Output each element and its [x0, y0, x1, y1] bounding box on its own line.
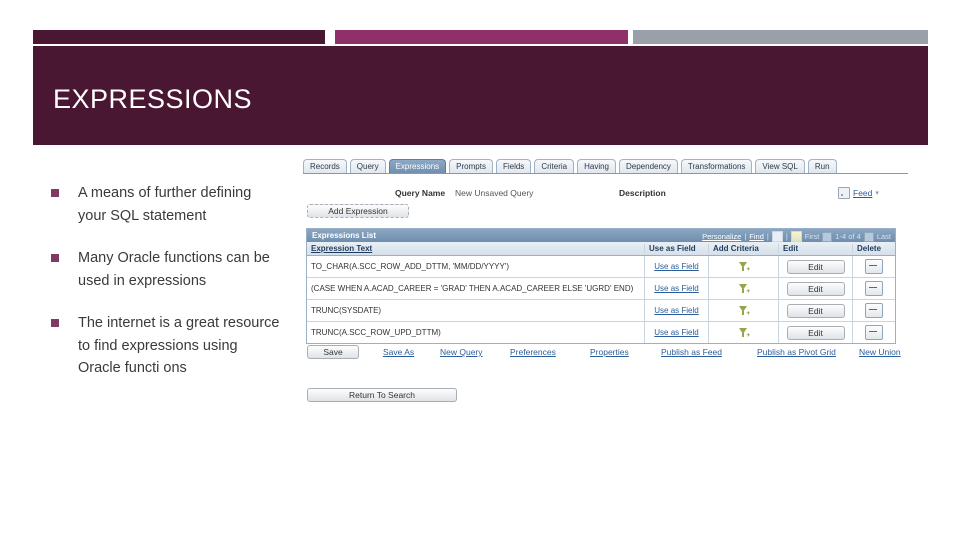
tab-fields[interactable]: Fields: [495, 159, 532, 174]
preferences-link[interactable]: Preferences: [510, 347, 556, 357]
peoplesoft-query-manager-screenshot: Records Query Expressions Prompts Fields…: [297, 152, 914, 412]
expression-text: TRUNC(SYSDATE): [307, 300, 645, 321]
first-label[interactable]: First: [805, 232, 820, 241]
list-item: A means of further defining your SQL sta…: [48, 182, 283, 227]
edit-button[interactable]: Edit: [786, 259, 845, 274]
table-row: TRUNC(SYSDATE) Use as Field + Edit: [307, 300, 895, 322]
tab-bar: Records Query Expressions Prompts Fields…: [303, 158, 908, 174]
view-all-icon[interactable]: [771, 231, 783, 242]
tab-criteria[interactable]: Criteria: [534, 159, 575, 174]
add-criteria-funnel-icon[interactable]: +: [738, 327, 750, 339]
new-union-link[interactable]: New Union: [859, 347, 901, 357]
accent-strip-magenta: [335, 30, 628, 44]
query-name-value: New Unsaved Query: [455, 188, 534, 198]
slide-title-band: EXPRESSIONS: [33, 46, 928, 145]
list-item-text: Many Oracle functions can be used in exp…: [78, 250, 270, 289]
nav-separator: |: [785, 232, 788, 241]
grid-title: Expressions List: [312, 231, 377, 240]
tab-having[interactable]: Having: [577, 159, 616, 174]
row-range-label: 1-4 of 4: [835, 232, 861, 241]
grid-header-row: Expression Text Use as Field Add Criteri…: [307, 242, 895, 256]
column-header-add-criteria: Add Criteria: [709, 244, 779, 253]
table-row: TRUNC(A.SCC_ROW_UPD_DTTM) Use as Field +…: [307, 322, 895, 343]
grid-title-bar: Expressions List Personalize | Find | | …: [307, 229, 895, 242]
tab-prompts[interactable]: Prompts: [449, 159, 493, 174]
save-button[interactable]: Save: [307, 345, 359, 359]
chevron-down-icon[interactable]: ▾: [875, 189, 879, 197]
edit-button[interactable]: Edit: [786, 303, 845, 318]
add-criteria-funnel-icon[interactable]: +: [738, 283, 750, 295]
list-item: Many Oracle functions can be used in exp…: [48, 247, 283, 292]
column-header-expression-text[interactable]: Expression Text: [307, 244, 645, 253]
add-criteria-funnel-icon[interactable]: +: [738, 261, 750, 273]
query-name-label: Query Name: [395, 188, 446, 198]
tab-expressions[interactable]: Expressions: [388, 159, 447, 174]
bullet-list: A means of further defining your SQL sta…: [48, 182, 283, 400]
table-row: TO_CHAR(A.SCC_ROW_ADD_DTTM, 'MM/DD/YYYY'…: [307, 256, 895, 278]
accent-strip-gray: [633, 30, 928, 44]
feed-control[interactable]: Feed ▾: [838, 187, 879, 199]
return-to-search-button[interactable]: Return To Search: [307, 388, 457, 402]
delete-button[interactable]: [865, 259, 883, 274]
add-criteria-funnel-icon[interactable]: +: [738, 305, 750, 317]
square-bullet-icon: [51, 319, 59, 327]
use-as-field-link[interactable]: Use as Field: [654, 328, 698, 337]
square-bullet-icon: [51, 254, 59, 262]
list-item-text: The internet is a great resource to find…: [78, 315, 280, 376]
tab-records[interactable]: Records: [303, 159, 347, 174]
nav-separator: |: [744, 232, 747, 241]
add-expression-button[interactable]: Add Expression: [307, 204, 409, 218]
column-header-use-as-field: Use as Field: [645, 244, 709, 253]
list-item: The internet is a great resource to find…: [48, 312, 283, 380]
tab-run[interactable]: Run: [807, 159, 837, 174]
column-header-edit: Edit: [779, 244, 853, 253]
feed-link[interactable]: Feed: [853, 188, 872, 198]
tab-query[interactable]: Query: [349, 159, 386, 174]
delete-button[interactable]: [865, 325, 883, 340]
tab-bar-underline: [303, 173, 908, 174]
expressions-list-grid: Expressions List Personalize | Find | | …: [306, 228, 896, 344]
previous-page-icon[interactable]: [822, 231, 833, 242]
tab-view-sql[interactable]: View SQL: [755, 159, 805, 174]
find-link[interactable]: Find: [749, 232, 764, 241]
edit-button[interactable]: Edit: [786, 281, 845, 296]
properties-link[interactable]: Properties: [590, 347, 629, 357]
action-bar: Save Save As New Query Preferences Prope…: [307, 345, 907, 359]
publish-as-feed-link[interactable]: Publish as Feed: [661, 347, 722, 357]
use-as-field-link[interactable]: Use as Field: [654, 306, 698, 315]
publish-as-pivot-grid-link[interactable]: Publish as Pivot Grid: [757, 347, 836, 357]
delete-button[interactable]: [865, 281, 883, 296]
use-as-field-link[interactable]: Use as Field: [654, 284, 698, 293]
header-accent-strips: [0, 30, 960, 44]
expression-text: (CASE WHEN A.ACAD_CAREER = 'GRAD' THEN A…: [307, 278, 645, 299]
edit-button[interactable]: Edit: [786, 325, 845, 340]
column-header-delete: Delete: [857, 244, 882, 253]
personalize-link[interactable]: Personalize: [702, 232, 741, 241]
list-item-text: A means of further defining your SQL sta…: [78, 185, 252, 224]
query-info-row: Query Name New Unsaved Query Description…: [303, 187, 908, 200]
new-query-link[interactable]: New Query: [440, 347, 483, 357]
expression-text: TRUNC(A.SCC_ROW_UPD_DTTM): [307, 322, 645, 343]
last-label[interactable]: Last: [877, 232, 891, 241]
download-to-excel-icon[interactable]: [790, 231, 802, 242]
tab-dependency[interactable]: Dependency: [619, 159, 678, 174]
tab-transformations[interactable]: Transformations: [680, 159, 753, 174]
nav-separator: |: [766, 232, 769, 241]
grid-navigation: Personalize | Find | | First 1-4 of 4 La…: [702, 231, 891, 242]
use-as-field-link[interactable]: Use as Field: [654, 262, 698, 271]
page-title: EXPRESSIONS: [53, 84, 253, 114]
table-row: (CASE WHEN A.ACAD_CAREER = 'GRAD' THEN A…: [307, 278, 895, 300]
rss-feed-icon: [838, 187, 850, 199]
accent-strip-dark: [33, 30, 325, 44]
delete-button[interactable]: [865, 303, 883, 318]
square-bullet-icon: [51, 189, 59, 197]
expression-text: TO_CHAR(A.SCC_ROW_ADD_DTTM, 'MM/DD/YYYY'…: [307, 256, 645, 277]
next-page-icon[interactable]: [863, 231, 874, 242]
save-as-link[interactable]: Save As: [383, 347, 414, 357]
description-label: Description: [619, 188, 666, 198]
